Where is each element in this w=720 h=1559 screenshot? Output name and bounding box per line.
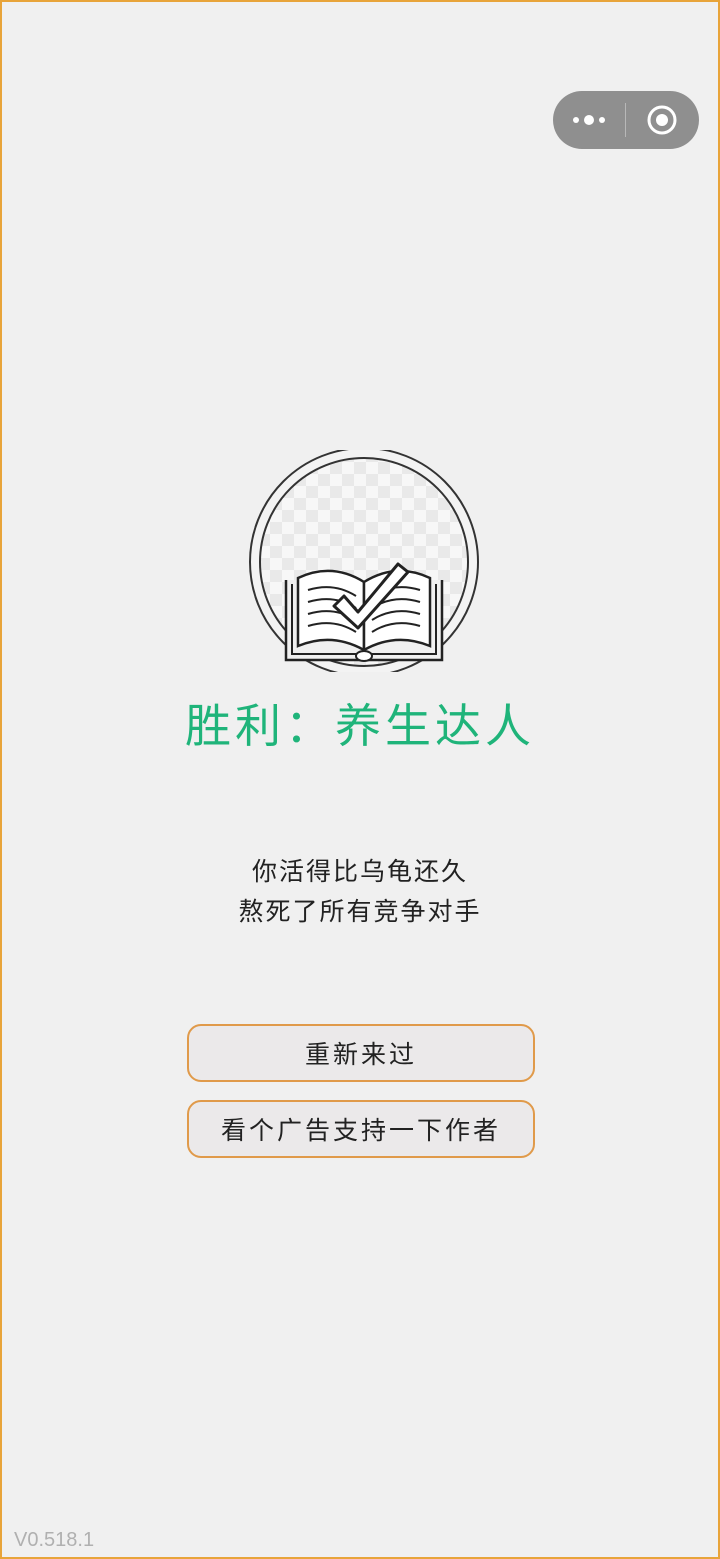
game-screen: 胜利：养生达人 你活得比乌龟还久 熬死了所有竞争对手 重新来过 看个广告支持一下… bbox=[0, 0, 720, 1559]
description-line-1: 你活得比乌龟还久 bbox=[251, 857, 468, 886]
book-checkmark-icon bbox=[249, 450, 479, 672]
watch-ad-button[interactable]: 看个广告支持一下作者 bbox=[187, 1100, 535, 1158]
target-circle-icon bbox=[647, 105, 677, 135]
result-description: 你活得比乌龟还久 熬死了所有竞争对手 bbox=[2, 852, 718, 932]
version-label: V0.518.1 bbox=[14, 1529, 95, 1551]
more-dots-icon bbox=[573, 115, 605, 125]
close-button[interactable] bbox=[626, 91, 698, 149]
restart-button[interactable]: 重新来过 bbox=[187, 1024, 535, 1082]
result-title: 胜利：养生达人 bbox=[185, 699, 535, 753]
more-button[interactable] bbox=[553, 91, 625, 149]
mini-program-capsule bbox=[553, 91, 699, 149]
description-line-2: 熬死了所有竞争对手 bbox=[238, 897, 482, 926]
